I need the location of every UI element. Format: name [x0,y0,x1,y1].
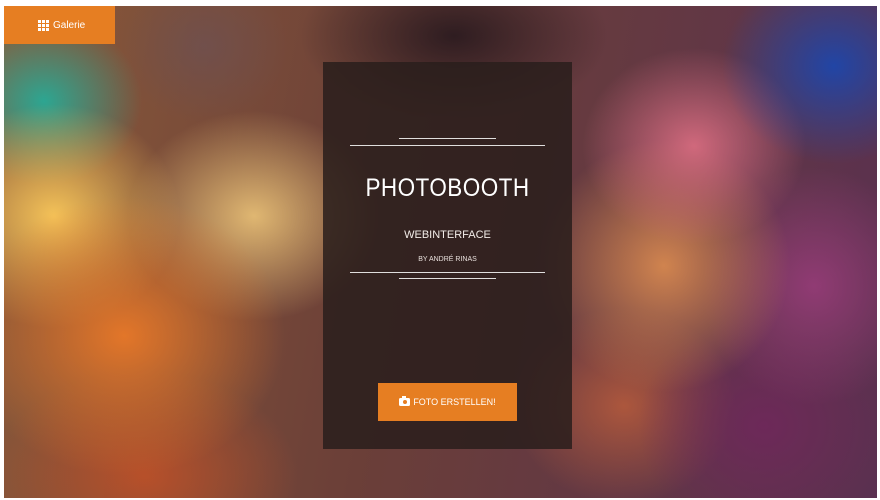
photobooth-card: PHOTOBOOTH WEBINTERFACE BY ANDRÉ RINAS F… [323,62,572,449]
camera-icon [399,396,411,406]
gallery-button-label: Galerie [53,19,86,31]
take-photo-button-label: FOTO ERSTELLEN! [413,397,496,407]
grid-icon [38,19,49,31]
page-title: PHOTOBOOTH [365,174,530,202]
bottom-short-divider [399,278,496,279]
top-long-divider [350,145,545,146]
author-credit: BY ANDRÉ RINAS [418,256,477,263]
bottom-long-divider [350,272,545,273]
take-photo-button[interactable]: FOTO ERSTELLEN! [378,383,517,421]
page-subtitle: WEBINTERFACE [404,229,491,241]
top-short-divider [399,138,496,139]
gallery-button[interactable]: Galerie [4,6,115,44]
